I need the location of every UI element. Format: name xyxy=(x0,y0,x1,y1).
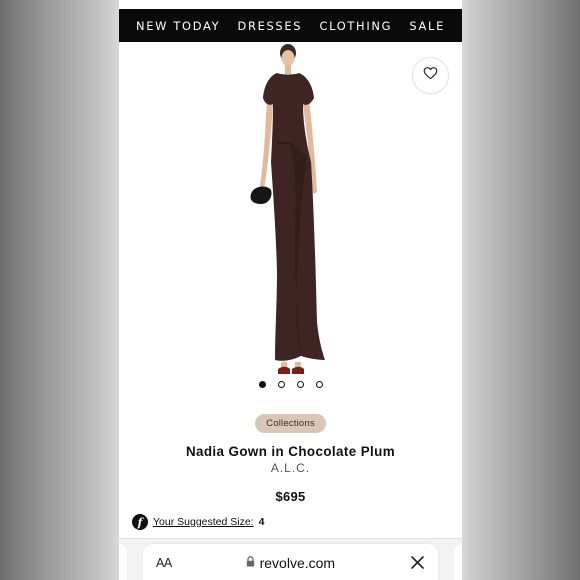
nav-clothing[interactable]: CLOTHING xyxy=(319,19,392,33)
address-bar[interactable]: AA revolve.com xyxy=(143,544,438,580)
url-text[interactable]: revolve.com xyxy=(260,555,335,571)
product-title: Nadia Gown in Chocolate Plum xyxy=(185,444,396,459)
collections-badge[interactable]: Collections xyxy=(255,414,326,433)
product-gallery[interactable] xyxy=(119,42,462,402)
product-image[interactable] xyxy=(237,42,337,392)
heart-icon xyxy=(423,66,438,85)
previous-tab[interactable] xyxy=(119,544,127,580)
wishlist-button[interactable] xyxy=(413,58,448,93)
status-strip xyxy=(119,0,462,9)
close-icon[interactable] xyxy=(409,555,425,571)
text-size-button[interactable]: AA xyxy=(156,556,172,570)
nav-new-today[interactable]: NEW TODAY xyxy=(136,19,220,33)
browser-toolbar: AA revolve.com xyxy=(119,538,462,580)
lock-icon xyxy=(246,554,255,572)
gallery-dot-1[interactable] xyxy=(258,381,266,388)
gallery-dot-2[interactable] xyxy=(277,381,285,388)
fit-logo-icon: f xyxy=(132,514,148,530)
product-brand[interactable]: A.L.C. xyxy=(119,461,462,475)
next-tab[interactable] xyxy=(454,544,462,580)
phone-screen: NEW TODAY DRESSES CLOTHING SALE Collecti… xyxy=(119,0,462,580)
suggested-size-value: 4 xyxy=(258,516,265,528)
gallery-dot-3[interactable] xyxy=(296,381,304,388)
gallery-dot-4[interactable] xyxy=(315,381,323,388)
suggested-size: f Your Suggested Size: 4 xyxy=(119,514,462,530)
gallery-pagination xyxy=(119,381,462,388)
category-nav: NEW TODAY DRESSES CLOTHING SALE xyxy=(119,9,462,42)
nav-dresses[interactable]: DRESSES xyxy=(238,19,303,33)
nav-sale[interactable]: SALE xyxy=(409,19,445,33)
suggested-size-link[interactable]: Your Suggested Size: xyxy=(153,516,254,528)
product-price: $695 xyxy=(275,489,306,504)
